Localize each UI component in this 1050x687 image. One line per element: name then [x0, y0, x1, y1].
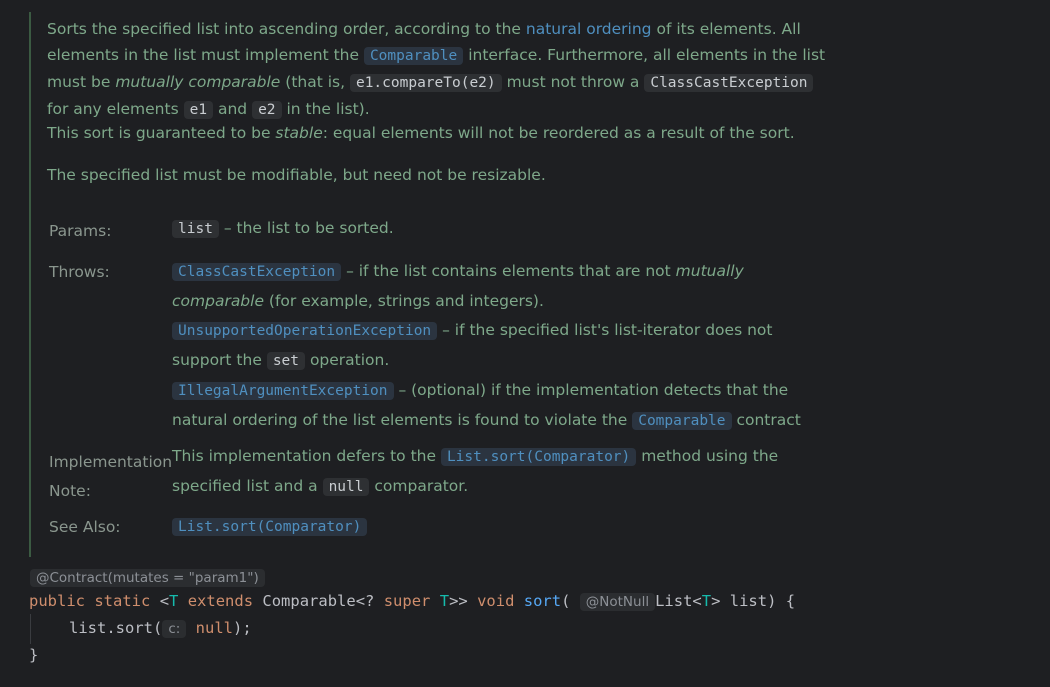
throws-label: Throws:	[49, 263, 110, 281]
emphasis: comparable	[172, 292, 264, 310]
implementation-note-value: This implementation defers to the List.s…	[172, 442, 778, 502]
comparable-link[interactable]: Comparable	[632, 412, 732, 430]
token: );	[232, 619, 252, 637]
type-param: T	[439, 592, 450, 610]
inline-code: list	[172, 220, 219, 238]
emphasis: mutually	[675, 262, 744, 280]
token: >>	[449, 592, 468, 610]
throws-value: ClassCastException – if the list contain…	[172, 257, 801, 436]
keyword: void	[477, 592, 515, 610]
indent-guide	[30, 614, 31, 644]
closing-brace[interactable]: }	[29, 646, 38, 664]
text: must be	[47, 73, 116, 91]
description-line-4: for any elements e1 and e2 in the list).	[47, 96, 825, 123]
inline-code: null	[322, 478, 370, 496]
type-param: T	[169, 592, 179, 610]
text: support the	[172, 351, 267, 369]
inlay-hint[interactable]: @Contract(mutates = "param1")	[30, 569, 265, 587]
text: of its elements. All	[651, 20, 801, 38]
text: must not throw a	[501, 73, 645, 91]
description-line-1: Sorts the specified list into ascending …	[47, 16, 825, 42]
keyword: super	[383, 592, 431, 610]
implementation-note-label: Implementation Note:	[49, 448, 172, 506]
text: – if the specified list's list-iterator …	[437, 321, 773, 339]
comparable-link[interactable]: Comparable	[363, 47, 464, 65]
see-also-label: See Also:	[49, 518, 121, 536]
text: comparator.	[369, 477, 469, 495]
description-paragraph: Sorts the specified list into ascending …	[47, 16, 825, 123]
keyword: public	[29, 592, 85, 610]
emphasis: mutually comparable	[115, 73, 281, 91]
token: Comparable<?	[262, 592, 375, 610]
text: interface. Furthermore, all elements in …	[463, 46, 826, 64]
method-signature[interactable]: public static <T extends Comparable<? su…	[29, 592, 796, 611]
params-value: list – the list to be sorted.	[172, 214, 394, 244]
parameter-hint: c:	[162, 620, 187, 638]
illegalargumentexception-link[interactable]: IllegalArgumentException	[172, 382, 394, 400]
text: specified list and a	[172, 477, 323, 495]
text: Sorts the specified list into ascending …	[47, 20, 526, 38]
keyword: extends	[187, 592, 254, 610]
inline-code: e2	[252, 101, 282, 119]
text: : equal elements will not be reordered a…	[322, 124, 795, 142]
classcastexception-link[interactable]: ClassCastException	[172, 263, 342, 281]
text: – the list to be sorted.	[218, 219, 394, 237]
stable-paragraph: This sort is guaranteed to be stable: eq…	[47, 120, 795, 146]
text: for any elements	[47, 100, 184, 118]
modifiable-paragraph: The specified list must be modifiable, b…	[47, 166, 546, 184]
text: contract	[731, 411, 801, 429]
text: Implementation	[49, 453, 173, 471]
token: > list) {	[711, 592, 796, 610]
description-line-3: must be mutually comparable (that is, e1…	[47, 69, 825, 96]
token: (	[561, 592, 571, 610]
javadoc-panel: Sorts the specified list into ascending …	[29, 12, 1031, 557]
keyword: static	[94, 592, 151, 610]
emphasis: stable	[275, 124, 323, 142]
see-also-value: List.sort(Comparator)	[172, 512, 368, 542]
text: – (optional) if the implementation detec…	[393, 381, 789, 399]
text: operation.	[305, 351, 390, 369]
list-sort-link[interactable]: List.sort(Comparator)	[172, 518, 368, 536]
token: List<	[655, 592, 702, 610]
natural-ordering-link[interactable]: natural ordering	[526, 20, 652, 38]
params-label: Params:	[49, 222, 112, 240]
unsupportedoperationexception-link[interactable]: UnsupportedOperationException	[172, 322, 438, 340]
text: – if the list contains elements that are…	[341, 262, 676, 280]
text: method using the	[636, 447, 779, 465]
text: in the list).	[281, 100, 370, 118]
type-param: T	[701, 592, 712, 610]
text: elements in the list must implement the	[47, 46, 364, 64]
inline-code: ClassCastException	[644, 74, 814, 92]
text: (for example, strings and integers).	[264, 292, 544, 310]
text: natural ordering of the list elements is…	[172, 411, 633, 429]
text: This sort is guaranteed to be	[47, 124, 276, 142]
description-line-2: elements in the list must implement the …	[47, 42, 825, 69]
keyword: null	[195, 619, 233, 637]
token: list.sort(	[69, 619, 163, 637]
notnull-hint[interactable]: @NotNull	[579, 593, 656, 611]
inline-code: e1	[183, 101, 214, 119]
token: <	[159, 592, 170, 610]
list-sort-link[interactable]: List.sort(Comparator)	[440, 448, 637, 466]
text: and	[213, 100, 253, 118]
inline-code: set	[266, 352, 306, 370]
method-body-line[interactable]: list.sort(c: null);	[69, 619, 252, 638]
inline-code: e1.compareTo(e2)	[349, 74, 502, 92]
method-name[interactable]: sort	[524, 592, 561, 610]
text: Note:	[49, 482, 91, 500]
text: This implementation defers to the	[172, 447, 441, 465]
text: (that is,	[280, 73, 350, 91]
contract-annotation-hint[interactable]: @Contract(mutates = "param1")	[30, 568, 265, 587]
